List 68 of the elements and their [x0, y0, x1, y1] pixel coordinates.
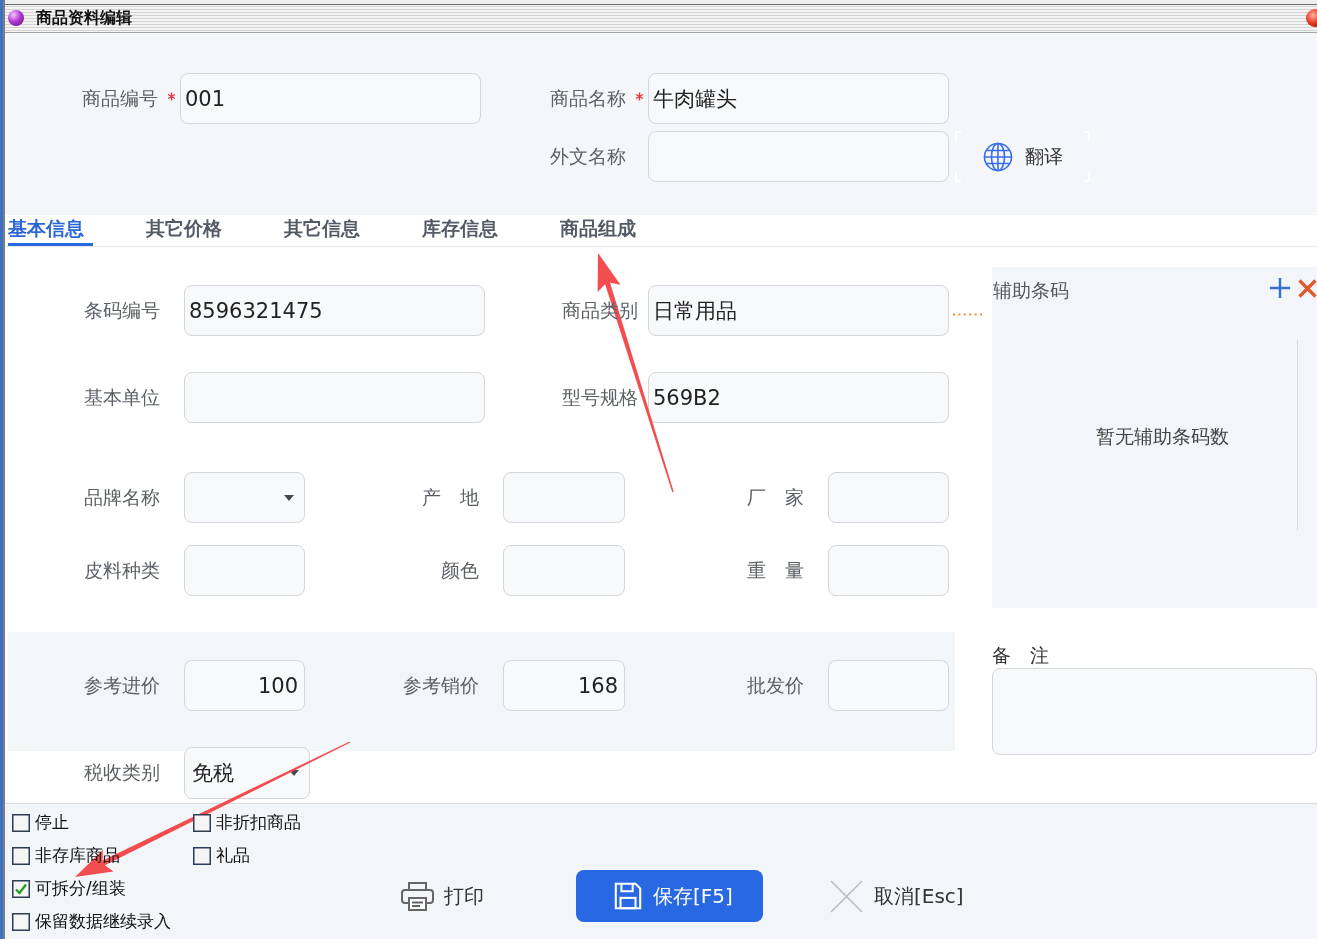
- checkbox-label: 非折扣商品: [216, 811, 301, 834]
- input-field[interactable]: [184, 372, 485, 423]
- input-field[interactable]: 日常用品: [648, 285, 949, 336]
- tab[interactable]: 基本信息: [8, 215, 93, 246]
- input-field[interactable]: [992, 668, 1317, 755]
- empty-message: 暂无辅助条码数: [1096, 424, 1229, 449]
- field-label: 参考进价: [84, 672, 160, 698]
- field-label: 型号规格: [562, 384, 638, 410]
- input-field[interactable]: 牛肉罐头: [648, 73, 949, 124]
- input-field[interactable]: 569B2: [648, 372, 949, 423]
- input-field[interactable]: 100: [184, 660, 305, 711]
- panel-title: 辅助条码: [993, 278, 1069, 303]
- checkbox[interactable]: [12, 846, 30, 865]
- input-field[interactable]: [648, 131, 949, 182]
- field-label: 重 量: [747, 557, 804, 583]
- input-field[interactable]: 8596321475: [184, 285, 485, 336]
- input-field[interactable]: 001: [180, 73, 481, 124]
- field-label: 税收类别: [84, 760, 160, 785]
- translate-button[interactable]: 翻译: [955, 131, 1090, 182]
- tab[interactable]: 商品组成: [560, 215, 645, 246]
- plus-icon[interactable]: [1270, 278, 1290, 298]
- print-button[interactable]: 打印: [400, 881, 484, 911]
- input-field[interactable]: [828, 472, 949, 523]
- tab[interactable]: 其它价格: [146, 215, 231, 246]
- input-field[interactable]: [828, 545, 949, 596]
- field-label: 参考销价: [403, 672, 479, 698]
- input-field[interactable]: 168: [503, 660, 625, 711]
- field-label: 条码编号: [84, 297, 160, 323]
- orb-icon: [8, 10, 24, 26]
- checkbox-label: 可拆分/组装: [35, 877, 126, 900]
- checkbox[interactable]: [12, 813, 30, 832]
- dropdown[interactable]: [184, 472, 305, 523]
- field-label: 颜色: [441, 557, 479, 583]
- field-label: 厂 家: [747, 484, 804, 510]
- field-label: 批发价: [747, 672, 804, 698]
- input-field[interactable]: [503, 472, 625, 523]
- globe-icon: [983, 141, 1013, 172]
- checkbox-label: 保留数据继续录入: [35, 910, 171, 933]
- checkbox-label: 停止: [35, 811, 69, 834]
- field-label: 备 注: [992, 644, 1049, 666]
- cross-icon[interactable]: [1298, 278, 1317, 298]
- cancel-button[interactable]: 取消[Esc]: [830, 879, 964, 913]
- dropdown[interactable]: 免税: [184, 747, 310, 799]
- field-label: 商品编号: [82, 85, 158, 111]
- close-icon[interactable]: [1306, 9, 1317, 27]
- save-button[interactable]: 保存[F5]: [576, 870, 763, 922]
- field-label: 产 地: [422, 484, 479, 510]
- input-field[interactable]: [184, 545, 305, 596]
- caret-icon: [284, 494, 294, 501]
- save-icon: [613, 881, 643, 911]
- field-label: 外文名称: [550, 143, 626, 169]
- field-label: 皮料种类: [84, 557, 160, 583]
- tab[interactable]: 其它信息: [284, 215, 369, 246]
- ellipsis-icon[interactable]: [953, 313, 982, 316]
- tab[interactable]: 库存信息: [422, 215, 507, 246]
- field-label: 品牌名称: [84, 484, 160, 510]
- field-label: 商品名称: [550, 85, 626, 111]
- cross-icon: [830, 879, 863, 913]
- checkbox-label: 礼品: [216, 844, 250, 867]
- checkbox[interactable]: [193, 846, 211, 865]
- input-field[interactable]: [828, 660, 949, 711]
- checkbox[interactable]: [12, 879, 30, 898]
- field-label: 基本单位: [84, 384, 160, 410]
- window-title: 商品资料编辑: [36, 7, 132, 29]
- checkbox[interactable]: [12, 912, 30, 931]
- printer-icon: [400, 881, 435, 911]
- input-field[interactable]: [503, 545, 625, 596]
- checkbox[interactable]: [193, 813, 211, 832]
